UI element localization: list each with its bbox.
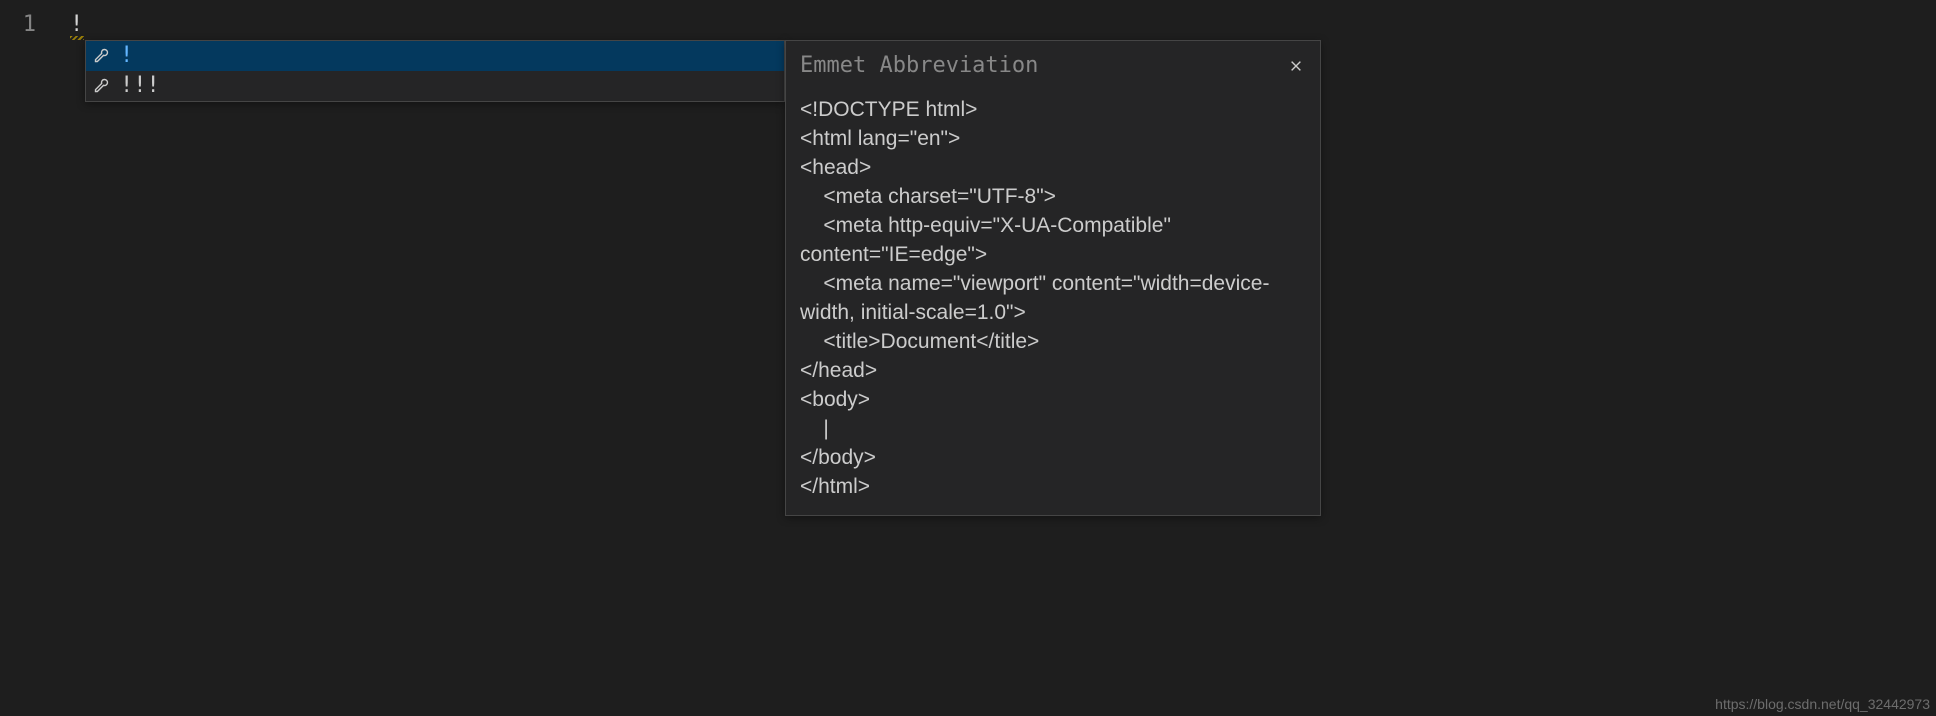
code-line-1[interactable]: ! bbox=[60, 10, 1936, 40]
autocomplete-label: ! bbox=[120, 41, 778, 71]
details-header: Emmet Abbreviation bbox=[800, 51, 1306, 81]
wrench-icon bbox=[92, 47, 110, 65]
autocomplete-label: !!! bbox=[120, 71, 778, 101]
close-icon[interactable] bbox=[1286, 56, 1306, 76]
line-number: 1 bbox=[0, 10, 36, 40]
autocomplete-item[interactable]: ! bbox=[86, 41, 784, 71]
details-title: Emmet Abbreviation bbox=[800, 51, 1038, 81]
details-body: <!DOCTYPE html> <html lang="en"> <head> … bbox=[800, 95, 1306, 501]
autocomplete-list[interactable]: ! !!! bbox=[85, 40, 785, 102]
wrench-icon bbox=[92, 77, 110, 95]
autocomplete-details: Emmet Abbreviation <!DOCTYPE html> <html… bbox=[785, 40, 1321, 516]
line-number-gutter: 1 bbox=[0, 0, 60, 716]
warning-squiggle bbox=[70, 36, 84, 40]
autocomplete-item[interactable]: !!! bbox=[86, 71, 784, 101]
watermark-text: https://blog.csdn.net/qq_32442973 bbox=[1715, 696, 1930, 712]
